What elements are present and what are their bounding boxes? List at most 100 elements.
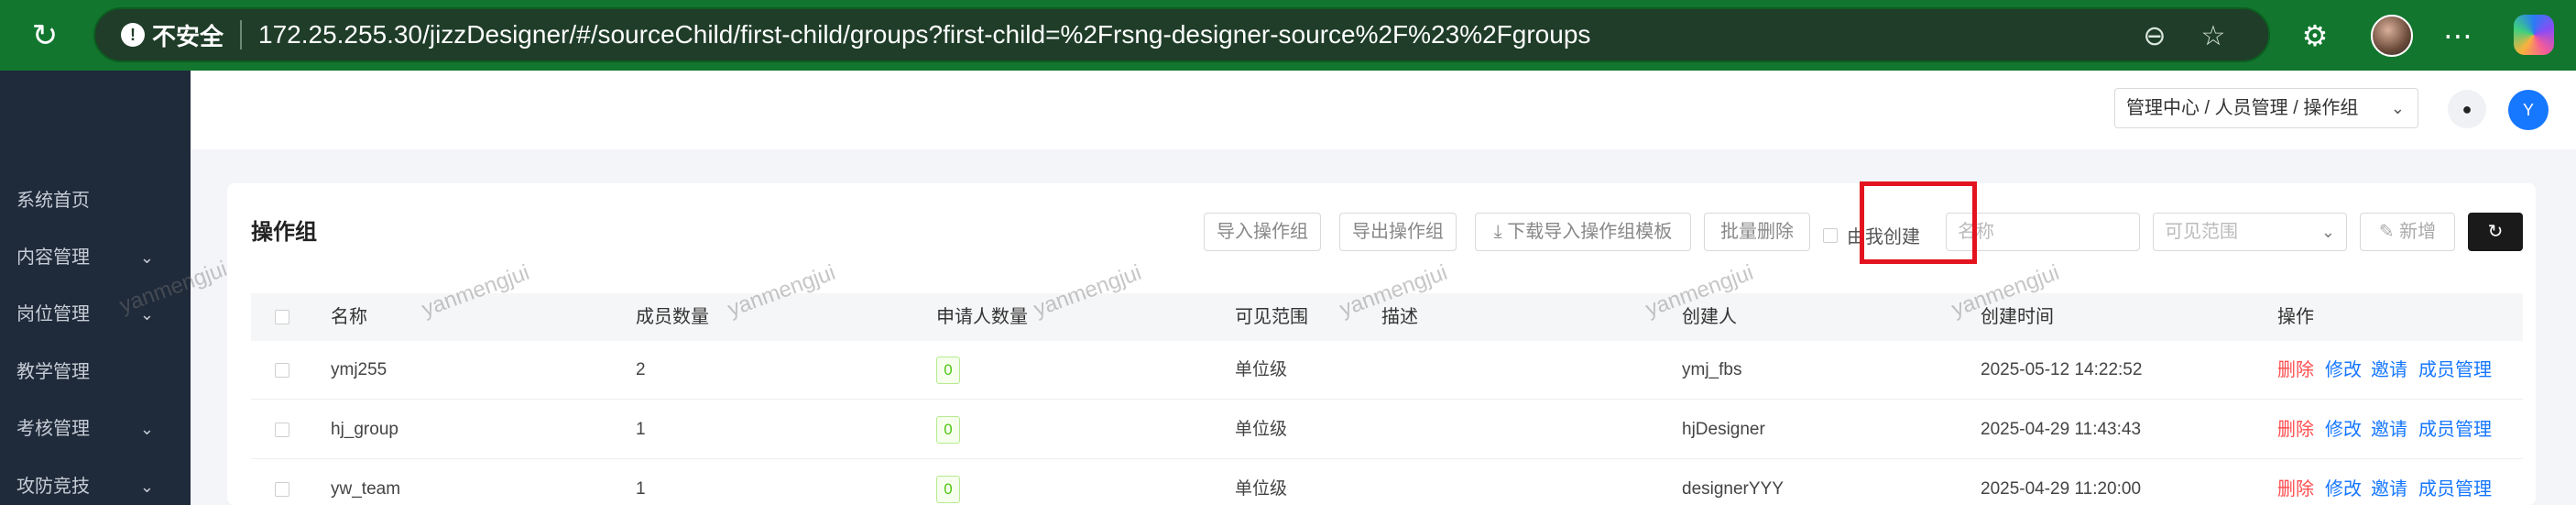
invite-link[interactable]: 邀请: [2371, 460, 2407, 505]
column-header-created-at: 创建时间: [1981, 307, 2054, 327]
sidebar-item-label: 攻防竞技: [16, 477, 90, 497]
import-group-button[interactable]: 导入操作组: [1204, 213, 1321, 251]
export-group-button[interactable]: 导出操作组: [1339, 213, 1457, 251]
chevron-down-icon: ⌄: [139, 478, 154, 496]
sidebar-item-label: 教学管理: [16, 362, 90, 382]
cell-scope: 单位级: [1235, 420, 1288, 439]
refresh-button[interactable]: ↻: [2468, 213, 2523, 251]
sidebar-item-label: 考核管理: [16, 419, 90, 439]
chevron-down-icon: ⌄: [139, 248, 154, 267]
breadcrumb-text: 管理中心 / 人员管理 / 操作组: [2126, 98, 2359, 118]
cell-created-at: 2025-05-12 14:22:52: [1981, 360, 2143, 379]
row-checkbox[interactable]: [275, 423, 289, 437]
checkbox-box[interactable]: [1823, 227, 1838, 243]
favorite-star-icon[interactable]: ☆: [2199, 22, 2228, 51]
delete-link[interactable]: 删除: [2277, 460, 2314, 505]
copilot-icon[interactable]: [2514, 15, 2554, 55]
column-header-creator: 创建人: [1682, 307, 1737, 327]
cell-members: 2: [636, 360, 646, 379]
add-button[interactable]: ✎ 新增: [2360, 213, 2455, 251]
address-bar[interactable]: ! 不安全 172.25.255.30/jizzDesigner/#/sourc…: [93, 7, 2270, 62]
sidebar-item-content[interactable]: 内容管理 ⌄: [16, 239, 181, 276]
cell-creator: designerYYY: [1682, 479, 1784, 499]
download-template-label: 下载导入操作组模板: [1507, 222, 1673, 242]
extensions-icon[interactable]: ⚙: [2298, 18, 2332, 53]
applicant-count-badge: 0: [936, 356, 960, 384]
sidebar-item-position[interactable]: 岗位管理 ⌄: [16, 296, 181, 333]
sidebar-item-label: 岗位管理: [16, 304, 90, 324]
sidebar-item-label: 内容管理: [16, 247, 90, 268]
edit-link[interactable]: 修改: [2325, 460, 2362, 505]
invite-link[interactable]: 邀请: [2371, 401, 2407, 459]
column-header-name: 名称: [331, 307, 367, 327]
url-text[interactable]: 172.25.255.30/jizzDesigner/#/sourceChild…: [258, 20, 1590, 49]
edit-link[interactable]: 修改: [2325, 341, 2362, 400]
cell-creator: hjDesigner: [1682, 420, 1765, 439]
cell-applicants: 0: [936, 341, 960, 400]
more-options-icon[interactable]: ⋯: [2440, 18, 2475, 53]
applicant-count-badge: 0: [936, 475, 960, 503]
table-row: yw_team 1 0 单位级 designerYYY 2025-04-29 1…: [251, 460, 2523, 505]
column-header-scope: 可见范围: [1235, 307, 1308, 327]
browser-toolbar: ↻ ! 不安全 172.25.255.30/jizzDesigner/#/sou…: [0, 0, 2576, 71]
cell-created-at: 2025-04-29 11:20:00: [1981, 479, 2142, 499]
sidebar-item-teaching[interactable]: 教学管理: [16, 354, 181, 390]
row-checkbox[interactable]: [275, 363, 289, 378]
cell-creator: ymj_fbs: [1682, 360, 1742, 379]
chevron-down-icon: ⌄: [2320, 223, 2335, 241]
scope-select[interactable]: 可见范围 ⌄: [2153, 213, 2347, 251]
edit-link[interactable]: 修改: [2325, 401, 2362, 459]
cell-name: ymj255: [331, 360, 387, 379]
cell-members: 1: [636, 420, 646, 439]
annotation-highlight-box: [1860, 181, 1977, 264]
reload-icon[interactable]: ↻: [27, 18, 62, 53]
cell-scope: 单位级: [1235, 360, 1288, 379]
batch-delete-button[interactable]: 批量删除: [1704, 213, 1810, 251]
cell-members: 1: [636, 479, 646, 499]
user-avatar[interactable]: Y: [2508, 90, 2549, 130]
chevron-down-icon: ⌄: [2390, 99, 2405, 117]
table-row: hj_group 1 0 单位级 hjDesigner 2025-04-29 1…: [251, 401, 2523, 459]
security-label: 不安全: [152, 22, 224, 50]
member-management-link[interactable]: 成员管理: [2418, 341, 2492, 400]
delete-link[interactable]: 删除: [2277, 341, 2314, 400]
sidebar-item-assessment[interactable]: 考核管理 ⌄: [16, 411, 181, 447]
cell-created-at: 2025-04-29 11:43:43: [1981, 420, 2142, 439]
column-header-description: 描述: [1381, 307, 1418, 327]
page-title: 操作组: [251, 220, 317, 245]
scope-placeholder: 可见范围: [2165, 222, 2238, 242]
cell-name: yw_team: [331, 479, 401, 499]
cell-applicants: 0: [936, 460, 960, 505]
invite-link[interactable]: 邀请: [2371, 341, 2407, 400]
cell-applicants: 0: [936, 401, 960, 459]
cell-name: hj_group: [331, 420, 398, 439]
applicant-count-badge: 0: [936, 415, 960, 444]
cell-scope: 单位级: [1235, 479, 1288, 499]
zoom-out-icon[interactable]: ⊖: [2140, 22, 2169, 51]
column-header-members: 成员数量: [636, 307, 709, 327]
sidebar-item-cyber-range[interactable]: 攻防竞技 ⌄: [16, 468, 181, 505]
chevron-down-icon: ⌄: [139, 420, 154, 438]
security-indicator[interactable]: ! 不安全: [121, 18, 224, 52]
sidebar-item-label: 系统首页: [16, 191, 90, 211]
refresh-icon: ↻: [2487, 222, 2504, 242]
download-template-button[interactable]: ⤓ 下载导入操作组模板: [1475, 213, 1691, 251]
table-header: 名称 成员数量 申请人数量 可见范围 描述 创建人 创建时间 操作: [251, 293, 2523, 341]
member-management-link[interactable]: 成员管理: [2418, 460, 2492, 505]
row-checkbox[interactable]: [275, 482, 289, 497]
notification-bell-icon[interactable]: ●: [2448, 90, 2486, 128]
select-all-checkbox[interactable]: [275, 310, 289, 324]
profile-avatar[interactable]: [2371, 15, 2413, 57]
column-header-applicants: 申请人数量: [936, 307, 1028, 327]
add-label: 新增: [2399, 222, 2437, 242]
edit-pen-icon: ✎: [2378, 222, 2400, 242]
delete-link[interactable]: 删除: [2277, 401, 2314, 459]
breadcrumb-select[interactable]: 管理中心 / 人员管理 / 操作组 ⌄: [2114, 88, 2418, 128]
table-row: ymj255 2 0 单位级 ymj_fbs 2025-05-12 14:22:…: [251, 341, 2523, 400]
member-management-link[interactable]: 成员管理: [2418, 401, 2492, 459]
address-separator: [240, 20, 243, 49]
sidebar-item-home[interactable]: 系统首页: [16, 182, 181, 219]
column-header-actions: 操作: [2277, 307, 2314, 327]
download-icon: ⤓: [1493, 222, 1508, 242]
warning-icon: !: [121, 23, 145, 47]
